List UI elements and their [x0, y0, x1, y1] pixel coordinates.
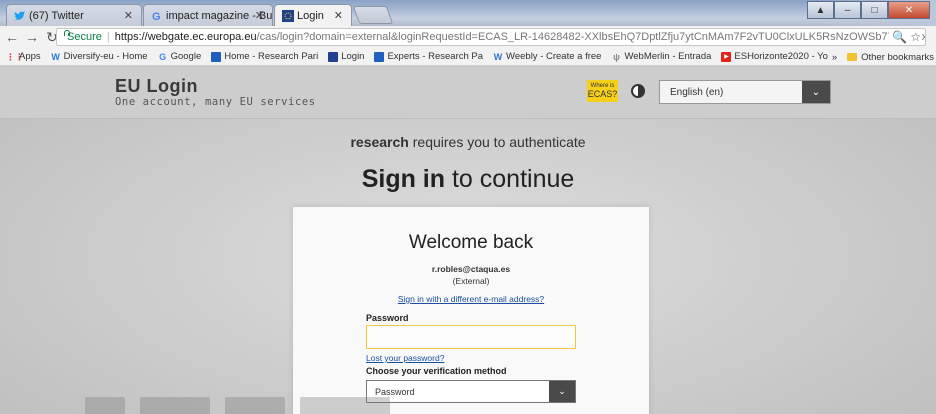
verification-method-value: Password: [375, 386, 415, 397]
more-bookmarks-chevron[interactable]: »: [832, 52, 837, 63]
page-content: EU Login One account, many EU services W…: [0, 67, 936, 414]
url-host: https://webgate.ec.europa.eu: [114, 31, 257, 43]
window-close-icon[interactable]: ✕: [888, 1, 930, 19]
chevron-down-icon[interactable]: ⌄: [802, 81, 830, 103]
bookmark-label: Weebly - Create a free: [506, 51, 602, 62]
language-value: English (en): [670, 86, 724, 98]
bookmark-label: Experts - Research Pa: [387, 51, 484, 62]
tab-close-icon[interactable]: ✕: [334, 9, 343, 22]
account-type: (External): [452, 276, 490, 286]
new-tab-button[interactable]: [352, 6, 394, 24]
brand-subtitle: One account, many EU services: [115, 96, 316, 108]
bookmark-label: WebMerlin - Entrada: [624, 51, 712, 62]
eu-flag-icon: [328, 51, 339, 62]
tab-impact-magazine[interactable]: G impact magazine - Busc ✕: [143, 4, 273, 26]
bookmark-label: Home - Research Pari: [224, 51, 319, 62]
other-bookmarks[interactable]: Other bookmarks: [861, 52, 934, 63]
blurred-background-text: [85, 397, 415, 414]
zoom-icon[interactable]: 🔍: [892, 30, 907, 44]
maximize-icon[interactable]: □: [861, 1, 888, 19]
youtube-icon: ▶: [721, 51, 732, 62]
google-icon: G: [152, 11, 161, 22]
omnibox-actions: 🔍 ☆: [888, 30, 921, 44]
omnibox-separator: |: [106, 31, 110, 43]
service-name: research: [350, 134, 409, 150]
password-input[interactable]: [366, 325, 576, 349]
bookmark-label: Google: [170, 51, 202, 62]
svg-text:G: G: [152, 11, 161, 22]
welcome-heading: Welcome back: [408, 232, 534, 253]
tab-title: Login: [297, 9, 324, 22]
different-email-link[interactable]: Sign in with a different e-mail address?: [293, 294, 649, 304]
page-title: Sign in to continue: [0, 165, 936, 194]
eu-login-header: EU Login One account, many EU services W…: [0, 67, 936, 119]
auth-message-text: requires you to authenticate: [408, 134, 586, 150]
research-icon: [211, 51, 222, 62]
eu-flag-icon: [282, 10, 294, 22]
bookmark-eshorizonte[interactable]: ▶ ESHorizonte2020 - Yo: [721, 51, 828, 62]
ecas-big-text: ECAS?: [587, 89, 618, 99]
window-controls: ▲ – □ ✕: [807, 1, 930, 19]
bookmark-label: Diversify-eu - Home: [63, 51, 148, 62]
bookmark-google[interactable]: G Google: [158, 51, 202, 62]
contrast-toggle-icon[interactable]: [631, 84, 645, 98]
bookmark-apps[interactable]: ⋮⋮ Apps: [6, 51, 41, 62]
chevron-down-icon[interactable]: ⌄: [549, 381, 575, 402]
login-card: Welcome back r.robles@ctaqua.es (Externa…: [293, 207, 649, 414]
bookmark-webmerlin[interactable]: ψ WebMerlin - Entrada: [611, 51, 711, 62]
minimize-icon[interactable]: –: [834, 1, 861, 19]
bookmark-label: ESHorizonte2020 - Yo: [734, 51, 828, 62]
browser-toolbar: ← → ↻ Secure | https://webgate.ec.europa…: [0, 26, 936, 48]
where-is-ecas-button[interactable]: Where is ECAS?: [587, 80, 618, 102]
tab-close-icon[interactable]: ✕: [255, 9, 264, 22]
signin-rest: to continue: [445, 165, 575, 193]
signin-strong: Sign in: [361, 165, 446, 193]
folder-icon: [847, 53, 858, 61]
twitter-icon: [14, 11, 25, 20]
apps-grid-icon: ⋮⋮: [6, 51, 24, 62]
tab-title: (67) Twitter: [29, 9, 84, 22]
secure-label: Secure: [67, 31, 102, 43]
url-path: /cas/login?domain=external&loginRequestI…: [256, 31, 925, 43]
bookmark-label: Login: [341, 51, 365, 62]
brand-title[interactable]: EU Login: [115, 76, 198, 97]
lost-password-link[interactable]: Lost your password?: [366, 353, 444, 363]
auth-message: research requires you to authenticate: [0, 134, 936, 150]
back-icon[interactable]: ←: [4, 29, 20, 45]
user-profile-icon[interactable]: ▲: [807, 1, 834, 19]
webmerlin-icon: ψ: [613, 51, 620, 62]
google-icon: G: [159, 51, 167, 62]
bookmarks-overflow: » Other bookmarks: [827, 48, 936, 65]
weebly-icon: W: [493, 51, 503, 62]
bookmark-label: Apps: [19, 51, 41, 62]
bookmark-weebly[interactable]: W Weebly - Create a free: [493, 51, 602, 62]
verification-method-label: Choose your verification method: [366, 366, 507, 376]
bookmarks-bar: ⋮⋮ Apps W Diversify-eu - Home G Google Home…: [0, 48, 936, 66]
password-label: Password: [366, 313, 409, 323]
tab-login[interactable]: Login ✕: [274, 4, 352, 26]
bookmark-research-home[interactable]: Home - Research Pari: [211, 51, 318, 62]
tab-close-icon[interactable]: ✕: [124, 9, 133, 22]
research-icon: [374, 51, 385, 62]
tab-twitter[interactable]: (67) Twitter ✕: [6, 4, 142, 26]
user-email: r.robles@ctaqua.es: [431, 264, 511, 274]
forward-icon[interactable]: →: [24, 29, 40, 45]
bookmark-experts[interactable]: Experts - Research Pa: [374, 51, 483, 62]
weebly-icon: W: [51, 51, 60, 62]
address-bar[interactable]: Secure | https://webgate.ec.europa.eu/ca…: [56, 28, 926, 46]
browser-tab-strip: (67) Twitter ✕ G impact magazine - Busc …: [0, 0, 936, 26]
bookmark-diversify[interactable]: W Diversify-eu - Home: [51, 51, 148, 62]
language-select[interactable]: English (en) ⌄: [659, 80, 831, 104]
bookmark-login[interactable]: Login: [328, 51, 364, 62]
bookmark-star-icon[interactable]: ☆: [910, 30, 921, 44]
